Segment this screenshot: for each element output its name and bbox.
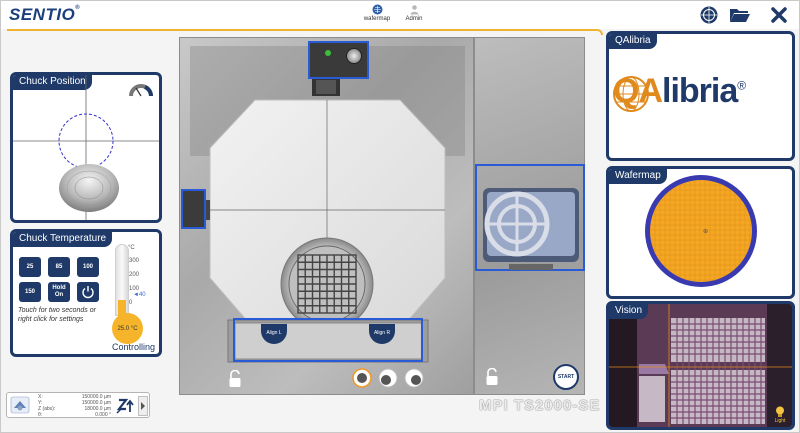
preset-150-button[interactable]: 150 xyxy=(19,282,41,302)
frame-line xyxy=(7,29,603,35)
hold-on-button[interactable]: Hold On xyxy=(48,282,70,302)
bottom-tray-highlight[interactable]: Align L Align R xyxy=(233,318,423,362)
light-bulb-icon xyxy=(776,406,784,417)
nav-wafermap[interactable]: wafermap xyxy=(357,4,397,22)
scale-tick-200: 200 xyxy=(129,272,140,278)
top-probe-highlight[interactable] xyxy=(308,41,369,79)
loader-view[interactable]: START xyxy=(474,37,585,395)
setpoint-marker: ◄40 xyxy=(133,292,146,298)
wafermap-icon xyxy=(372,4,382,15)
open-folder-button[interactable] xyxy=(728,4,752,26)
axis-labels: X: Y: Z (abs): θ: xyxy=(38,394,56,418)
qalibria-panel[interactable]: QAlibria QAlibria® xyxy=(606,31,795,161)
z-axis-icon[interactable] xyxy=(115,396,135,416)
target-icon xyxy=(700,6,718,24)
preset-25-button[interactable]: 25 xyxy=(19,257,41,277)
expand-arrow-icon[interactable] xyxy=(138,396,148,416)
temperature-status: Controlling xyxy=(111,342,155,352)
preset-100-button[interactable]: 100 xyxy=(77,257,99,277)
sentio-logo: SENTIO® xyxy=(9,5,81,24)
nav-admin[interactable]: Admin xyxy=(394,4,434,22)
qalibria-title: QAlibria xyxy=(609,34,657,49)
model-label: MPI TS2000-SE xyxy=(479,397,601,414)
left-probe-highlight[interactable] xyxy=(181,189,206,229)
temperature-hint: Touch for two seconds or right click for… xyxy=(18,307,96,323)
svg-text:⊕: ⊕ xyxy=(703,229,708,235)
vision-camera-view xyxy=(609,304,792,427)
align-right-button[interactable]: Align R xyxy=(369,324,395,344)
loader-graphic xyxy=(483,188,579,270)
chuck-home-icon[interactable] xyxy=(10,396,30,414)
position-readout-panel: X: Y: Z (abs): θ: 150000.0 µm 150000.0 µ… xyxy=(6,392,150,418)
chuck-temperature-title: Chuck Temperature xyxy=(13,232,113,247)
folder-open-icon xyxy=(730,9,750,22)
align-left-button[interactable]: Align L xyxy=(261,324,287,344)
vision-panel[interactable]: Vision Light xyxy=(606,301,795,430)
probe-select-1-icon[interactable] xyxy=(352,368,372,388)
speed-gauge-icon[interactable] xyxy=(128,82,154,98)
close-button[interactable] xyxy=(768,4,790,26)
probe-station-view[interactable]: Align L Align R xyxy=(179,37,474,395)
user-icon xyxy=(410,5,418,15)
power-button[interactable] xyxy=(77,282,99,302)
scale-unit: °C xyxy=(128,245,135,251)
close-icon xyxy=(771,7,787,23)
app-window: SENTIO® wafermap Admin Chuck Position Ch… xyxy=(0,0,800,433)
current-temperature: 25.0 °C xyxy=(112,313,143,344)
chuck-position-panel[interactable]: Chuck Position xyxy=(10,72,162,223)
preset-85-button[interactable]: 85 xyxy=(48,257,70,277)
power-icon xyxy=(82,286,94,299)
loader-lock-icon[interactable] xyxy=(485,368,499,386)
qalibria-globe-icon xyxy=(613,76,649,112)
vision-title: Vision xyxy=(609,304,649,319)
lock-icon[interactable] xyxy=(228,370,242,388)
loader-highlight[interactable] xyxy=(475,164,585,271)
chuck-temperature-panel: Chuck Temperature 25 85 100 150 Hold On … xyxy=(10,229,162,357)
axis-values: 150000.0 µm 150000.0 µm 18000.0 µm 0.000… xyxy=(81,394,111,418)
wafermap-graphic: ⊕ xyxy=(645,175,757,287)
light-button[interactable]: Light xyxy=(771,406,789,424)
top-bar: SENTIO® wafermap Admin xyxy=(1,1,799,29)
start-button[interactable]: START xyxy=(553,364,579,390)
probe-select-3-icon[interactable] xyxy=(404,368,424,388)
scale-tick-300: 300 xyxy=(129,258,140,264)
target-button[interactable] xyxy=(698,4,720,26)
probe-select-2-icon[interactable] xyxy=(378,368,398,388)
wafermap-panel[interactable]: Wafermap ⊕ xyxy=(606,166,795,299)
scale-tick-0: 0 xyxy=(129,300,133,306)
